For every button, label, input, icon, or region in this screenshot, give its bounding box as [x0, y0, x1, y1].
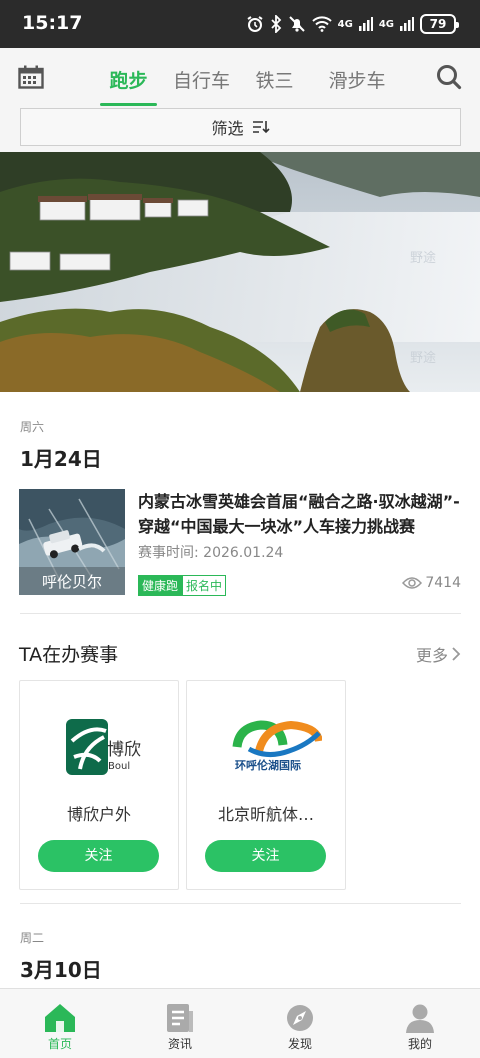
- more-label: 更多: [415, 646, 448, 665]
- nav-home-label: 首页: [47, 1037, 72, 1051]
- follow-button[interactable]: 关注: [205, 840, 326, 872]
- bottom-nav: 首页 资讯 发现 我的: [0, 988, 480, 1058]
- day-date: 1月24日: [20, 447, 102, 471]
- filter-bar: 筛选: [0, 106, 480, 152]
- signal-icon-2: [400, 17, 414, 31]
- organizer-section-header: TA在办赛事 更多: [19, 640, 461, 668]
- divider: [20, 903, 461, 904]
- battery-indicator: 79: [420, 14, 459, 34]
- logo-subtext: Boul: [108, 761, 130, 772]
- alarm-icon: [247, 16, 263, 32]
- day-header-1: 周六 1月24日: [20, 418, 102, 472]
- nav-discover[interactable]: 发现: [240, 989, 360, 1058]
- organizer-card-1[interactable]: 博欣 Boul 博欣户外 关注: [19, 680, 179, 890]
- wifi-icon: [311, 16, 332, 32]
- tab-triathlon[interactable]: 铁三: [238, 48, 311, 106]
- event-view-count: 7414: [425, 575, 461, 591]
- chevron-right-icon: [452, 647, 461, 661]
- tab-running[interactable]: 跑步: [92, 48, 165, 106]
- day-header-2: 周二 3月10日: [20, 929, 102, 983]
- search-icon[interactable]: [436, 64, 462, 90]
- organizer-card-2[interactable]: 环呼伦湖国际 北京昕航体… 关注: [186, 680, 346, 890]
- banner-watermark-1: 野途: [410, 250, 436, 266]
- home-icon: [45, 1004, 75, 1032]
- day-date: 3月10日: [20, 958, 102, 982]
- event-thumbnail: 呼伦贝尔: [19, 489, 125, 595]
- status-bar: 15:17 4G 4G 79: [0, 0, 480, 48]
- calendar-icon[interactable]: [18, 65, 44, 89]
- nav-discover-label: 发现: [287, 1037, 312, 1051]
- banner-image[interactable]: 野途 野途: [0, 152, 480, 392]
- filter-button[interactable]: 筛选: [20, 108, 461, 146]
- mute-icon: [288, 16, 305, 32]
- organizer-logo-2: 环呼伦湖国际: [227, 711, 323, 781]
- status-icons: 4G 4G 79: [246, 12, 459, 36]
- organizer-name: 博欣户外: [66, 805, 131, 824]
- logo-text: 博欣: [107, 740, 141, 760]
- network-type-2: 4G: [378, 18, 394, 30]
- profile-icon: [406, 1004, 434, 1033]
- discover-icon: [287, 1005, 313, 1031]
- event-tag-category: 健康跑: [138, 575, 183, 596]
- tab-balance-bike[interactable]: 滑步车: [311, 48, 403, 106]
- nav-profile-label: 我的: [407, 1037, 432, 1051]
- thumb-caption: 呼伦贝尔: [42, 573, 102, 591]
- event-title[interactable]: 内蒙古冰雪英雄会首届“融合之路·驭冰越湖”-穿越“中国最大一块冰”人车接力挑战赛: [138, 489, 461, 539]
- event-card[interactable]: 呼伦贝尔 内蒙古冰雪英雄会首届“融合之路·驭冰越湖”-穿越“中国最大一块冰”人车…: [19, 489, 461, 597]
- event-tags: 健康跑 报名中: [138, 575, 227, 596]
- event-tag-status: 报名中: [182, 575, 227, 596]
- bluetooth-icon: [271, 15, 281, 33]
- signal-icon: [358, 17, 373, 31]
- section-title: TA在办赛事: [19, 644, 119, 666]
- banner-watermark-2: 野途: [410, 350, 436, 366]
- eye-icon: [402, 577, 423, 589]
- tab-cycling[interactable]: 自行车: [165, 48, 238, 106]
- organizer-name: 北京昕航体…: [217, 805, 314, 824]
- top-nav: 跑步 自行车 铁三 滑步车: [0, 48, 480, 106]
- news-icon: [167, 1004, 193, 1032]
- organizer-logo-1: 博欣 Boul: [60, 711, 145, 781]
- nav-news-label: 资讯: [167, 1037, 192, 1051]
- logo-text: 环呼伦湖国际: [235, 758, 301, 772]
- sport-tabs: 跑步 自行车 铁三 滑步车: [92, 48, 403, 106]
- nav-news[interactable]: 资讯: [120, 989, 240, 1058]
- event-time: 赛事时间: 2026.01.24: [138, 542, 283, 562]
- filter-sort-icon: [252, 121, 270, 134]
- event-time-label: 赛事时间:: [138, 545, 204, 561]
- status-time: 15:17: [22, 12, 83, 34]
- filter-label: 筛选: [211, 119, 244, 138]
- divider: [20, 613, 461, 614]
- network-type-1: 4G: [337, 18, 353, 30]
- event-views: 7414: [402, 575, 461, 591]
- nav-profile[interactable]: 我的: [360, 989, 480, 1058]
- more-link[interactable]: 更多: [416, 642, 461, 666]
- day-weekday: 周六: [20, 420, 45, 434]
- nav-home[interactable]: 首页: [0, 989, 120, 1058]
- day-weekday: 周二: [20, 931, 45, 945]
- event-time-value: 2026.01.24: [203, 545, 284, 561]
- follow-button[interactable]: 关注: [38, 840, 159, 872]
